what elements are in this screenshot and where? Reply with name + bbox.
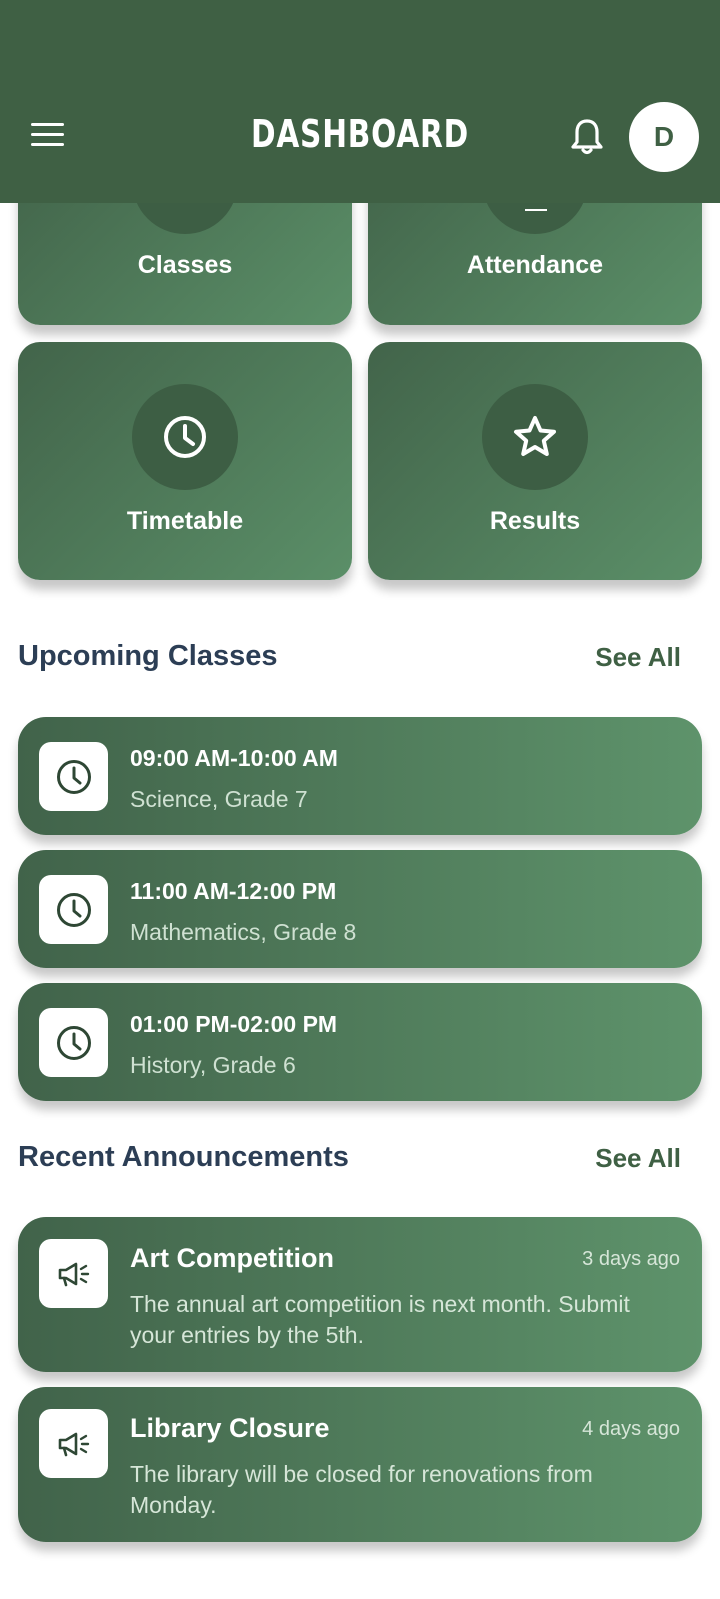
menu-icon[interactable] xyxy=(31,123,67,151)
class-subject: Science, Grade 7 xyxy=(130,786,308,812)
clock-icon xyxy=(132,384,238,490)
announcement-time: 3 days ago xyxy=(582,1248,680,1270)
class-subject: History, Grade 6 xyxy=(130,1052,296,1078)
announcement-card[interactable]: Art Competition 3 days ago The annual ar… xyxy=(18,1217,702,1372)
megaphone-icon xyxy=(39,1409,108,1478)
class-time: 11:00 AM-12:00 PM xyxy=(130,878,337,904)
upcoming-classes-title: Upcoming Classes xyxy=(18,640,278,672)
class-subject: Mathematics, Grade 8 xyxy=(130,919,357,945)
announcement-title: Library Closure xyxy=(130,1413,330,1443)
class-time: 09:00 AM-10:00 AM xyxy=(130,745,338,771)
star-icon xyxy=(482,384,588,490)
class-card[interactable]: 09:00 AM-10:00 AM Science, Grade 7 xyxy=(18,717,702,835)
announcement-body: The annual art competition is next month… xyxy=(130,1291,630,1348)
clock-icon xyxy=(39,742,108,811)
class-card[interactable]: 01:00 PM-02:00 PM History, Grade 6 xyxy=(18,983,702,1101)
upcoming-see-all-link[interactable]: See All xyxy=(595,642,681,673)
page-title: DASHBOARD xyxy=(250,112,470,156)
tile-timetable[interactable]: Timetable xyxy=(18,342,352,580)
announcement-title: Art Competition xyxy=(130,1243,334,1273)
tile-label: Timetable xyxy=(126,507,244,535)
clock-icon xyxy=(39,875,108,944)
clock-icon xyxy=(39,1008,108,1077)
tile-label: Attendance xyxy=(466,251,604,279)
tile-label: Results xyxy=(489,507,581,535)
class-time: 01:00 PM-02:00 PM xyxy=(130,1011,338,1037)
announcement-time: 4 days ago xyxy=(582,1418,680,1440)
avatar[interactable]: D xyxy=(629,102,699,172)
announcement-card[interactable]: Library Closure 4 days ago The library w… xyxy=(18,1387,702,1542)
tile-label: Classes xyxy=(137,251,233,279)
announcements-title: Recent Announcements xyxy=(18,1141,349,1173)
tile-results[interactable]: Results xyxy=(368,342,702,580)
announcements-see-all-link[interactable]: See All xyxy=(595,1143,681,1174)
bell-icon[interactable] xyxy=(569,117,605,157)
class-card[interactable]: 11:00 AM-12:00 PM Mathematics, Grade 8 xyxy=(18,850,702,968)
app-bar: DASHBOARD D xyxy=(0,0,720,203)
announcement-body: The library will be closed for renovatio… xyxy=(130,1461,593,1518)
megaphone-icon xyxy=(39,1239,108,1308)
